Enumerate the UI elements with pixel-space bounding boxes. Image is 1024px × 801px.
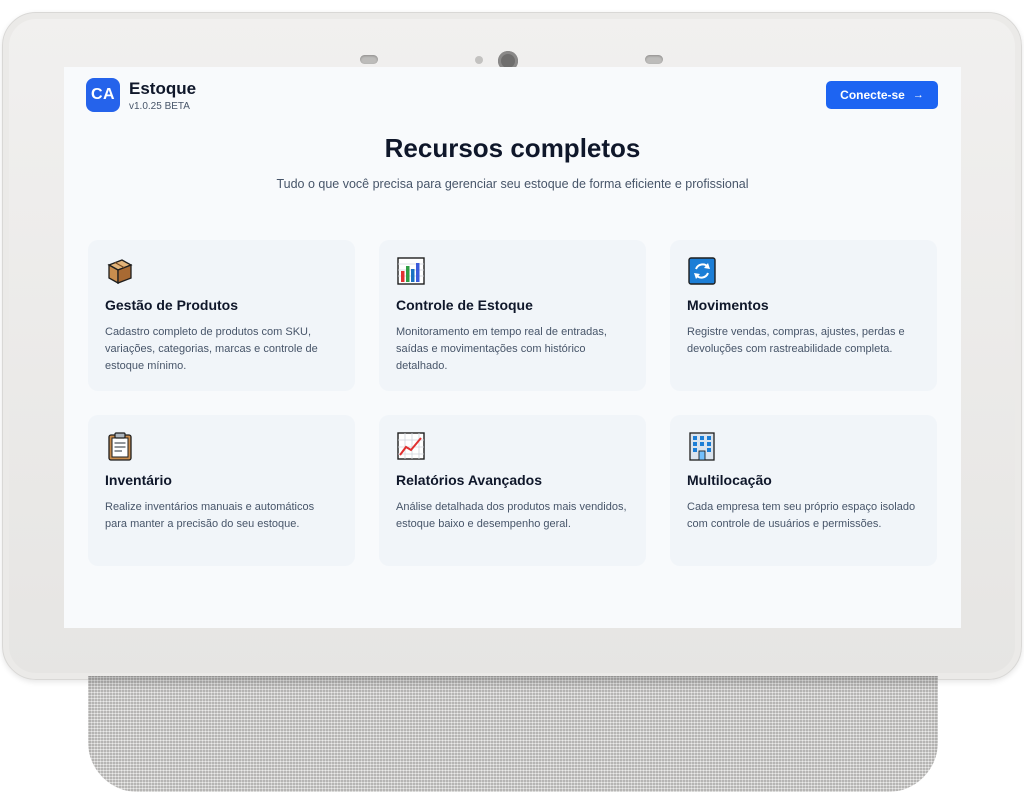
feature-title: Inventário — [105, 472, 172, 488]
feature-card-inventory: Inventário Realize inventários manuais e… — [88, 415, 355, 566]
feature-title: Gestão de Produtos — [105, 297, 239, 313]
feature-description: Cada empresa tem seu próprio espaço isol… — [687, 501, 916, 530]
feature-description: Monitoramento em tempo real de entradas,… — [396, 326, 607, 372]
section-subtitle: Tudo o que você precisa para gerenciar s… — [276, 177, 749, 191]
feature-description: Análise detalhada dos produtos mais vend… — [396, 501, 627, 530]
feature-card-stock-control: Controle de Estoque Monitoramento em tem… — [379, 240, 646, 391]
app-header: CA Estoque v1.0.25 BETA Conecte-se → — [64, 67, 961, 123]
feature-title: Controle de Estoque — [396, 297, 533, 313]
feature-description: Cadastro completo de produtos com SKU, v… — [105, 326, 318, 372]
bar-chart-icon — [396, 256, 426, 286]
trend-chart-icon — [396, 431, 426, 461]
connect-button[interactable]: Conecte-se → — [826, 81, 938, 109]
speaker-base — [0, 676, 1024, 801]
light-sensor — [475, 56, 483, 64]
feature-card-reports: Relatórios Avançados Análise detalhada d… — [379, 415, 646, 566]
feature-title: Multilocação — [687, 472, 772, 488]
clipboard-icon — [105, 431, 135, 461]
app-version: v1.0.25 BETA — [129, 101, 190, 112]
section-title: Recursos completos — [384, 133, 641, 163]
office-building-icon — [687, 431, 717, 461]
package-icon — [105, 256, 135, 286]
app-title: Estoque — [129, 79, 197, 98]
feature-description: Registre vendas, compras, ajustes, perda… — [687, 326, 905, 355]
microphone-left — [360, 55, 378, 64]
device-screen: CA Estoque v1.0.25 BETA Conecte-se → Rec… — [64, 67, 961, 628]
feature-card-movements: Movimentos Registre vendas, compras, aju… — [670, 240, 937, 391]
arrow-right-icon: → — [912, 89, 924, 101]
feature-title: Movimentos — [687, 297, 769, 313]
speaker-fabric — [88, 676, 938, 792]
feature-title: Relatórios Avançados — [396, 472, 543, 488]
microphone-right — [645, 55, 663, 64]
feature-card-multitenancy: Multilocação Cada empresa tem seu própri… — [670, 415, 937, 566]
feature-card-products: Gestão de Produtos Cadastro completo de … — [88, 240, 355, 391]
feature-description: Realize inventários manuais e automático… — [105, 501, 315, 530]
refresh-icon — [687, 256, 717, 286]
app-logo[interactable]: CA — [86, 78, 120, 112]
connect-button-label: Conecte-se — [840, 88, 905, 102]
